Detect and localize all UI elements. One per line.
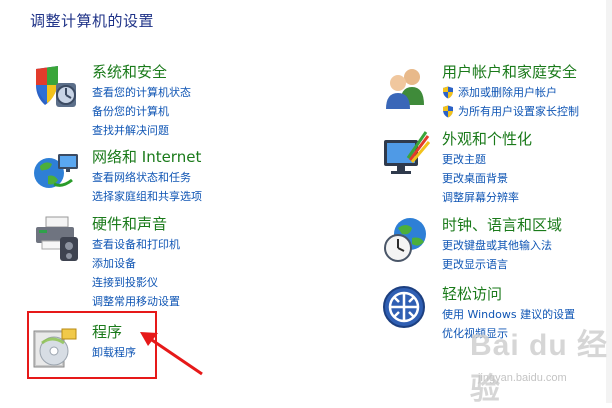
link-desktop-background[interactable]: 更改桌面背景: [442, 169, 532, 188]
link-devices-printers[interactable]: 查看设备和打印机: [92, 235, 180, 254]
uac-shield-icon: [443, 105, 453, 118]
category-title[interactable]: 时钟、语言和区域: [442, 216, 562, 236]
link-label: 查看网络状态和任务: [92, 171, 191, 184]
link-label: 更改键盘或其他输入法: [442, 239, 552, 252]
annotation-arrow-icon: [140, 332, 203, 376]
system-security-icon[interactable]: [32, 63, 80, 111]
watermark-url: jingyan.baidu.com: [478, 372, 567, 384]
category-title[interactable]: 系统和安全: [92, 63, 191, 83]
link-add-remove-accounts[interactable]: 添加或删除用户帐户: [442, 83, 579, 102]
link-label: 调整常用移动设置: [92, 295, 180, 308]
category-title[interactable]: 网络和 Internet: [92, 148, 202, 168]
link-label: 备份您的计算机: [92, 105, 169, 118]
link-label: 添加或删除用户帐户: [458, 86, 557, 99]
link-homegroup-sharing[interactable]: 选择家庭组和共享选项: [92, 187, 202, 206]
hardware-sound-icon[interactable]: [32, 215, 80, 263]
link-label: 连接到投影仪: [92, 276, 158, 289]
link-label: 更改桌面背景: [442, 172, 508, 185]
link-label: 查看您的计算机状态: [92, 86, 191, 99]
link-label: 更改显示语言: [442, 258, 508, 271]
link-backup-computer[interactable]: 备份您的计算机: [92, 102, 191, 121]
category-title[interactable]: 硬件和声音: [92, 215, 180, 235]
link-screen-resolution[interactable]: 调整屏幕分辨率: [442, 188, 532, 207]
category-title[interactable]: 用户帐户和家庭安全: [442, 63, 579, 83]
clock-language-region-icon[interactable]: [382, 216, 430, 264]
category-title[interactable]: 外观和个性化: [442, 130, 532, 150]
link-change-display-language[interactable]: 更改显示语言: [442, 255, 562, 274]
uac-shield-icon: [443, 86, 453, 99]
link-label: 查看设备和打印机: [92, 238, 180, 251]
link-view-computer-status[interactable]: 查看您的计算机状态: [92, 83, 191, 102]
page-title: 调整计算机的设置: [30, 12, 155, 30]
link-label: 更改主题: [442, 153, 486, 166]
link-label: 调整屏幕分辨率: [442, 191, 519, 204]
link-connect-projector[interactable]: 连接到投影仪: [92, 273, 180, 292]
link-network-status[interactable]: 查看网络状态和任务: [92, 168, 202, 187]
network-internet-icon[interactable]: [32, 148, 80, 196]
link-label: 选择家庭组和共享选项: [92, 190, 202, 203]
link-parental-controls[interactable]: 为所有用户设置家长控制: [442, 102, 579, 121]
link-change-theme[interactable]: 更改主题: [442, 150, 532, 169]
link-label: 查找并解决问题: [92, 124, 169, 137]
link-change-keyboard-input[interactable]: 更改键盘或其他输入法: [442, 236, 562, 255]
category-title[interactable]: 轻松访问: [442, 285, 575, 305]
ease-of-access-icon[interactable]: [382, 285, 430, 333]
user-accounts-icon[interactable]: [382, 63, 430, 111]
link-mobility-settings[interactable]: 调整常用移动设置: [92, 292, 180, 311]
link-label: 添加设备: [92, 257, 136, 270]
link-add-device[interactable]: 添加设备: [92, 254, 180, 273]
appearance-icon[interactable]: [382, 130, 431, 178]
link-label: 为所有用户设置家长控制: [458, 105, 579, 118]
watermark-logo: Bai du 经验: [470, 329, 609, 406]
link-troubleshoot[interactable]: 查找并解决问题: [92, 121, 191, 140]
